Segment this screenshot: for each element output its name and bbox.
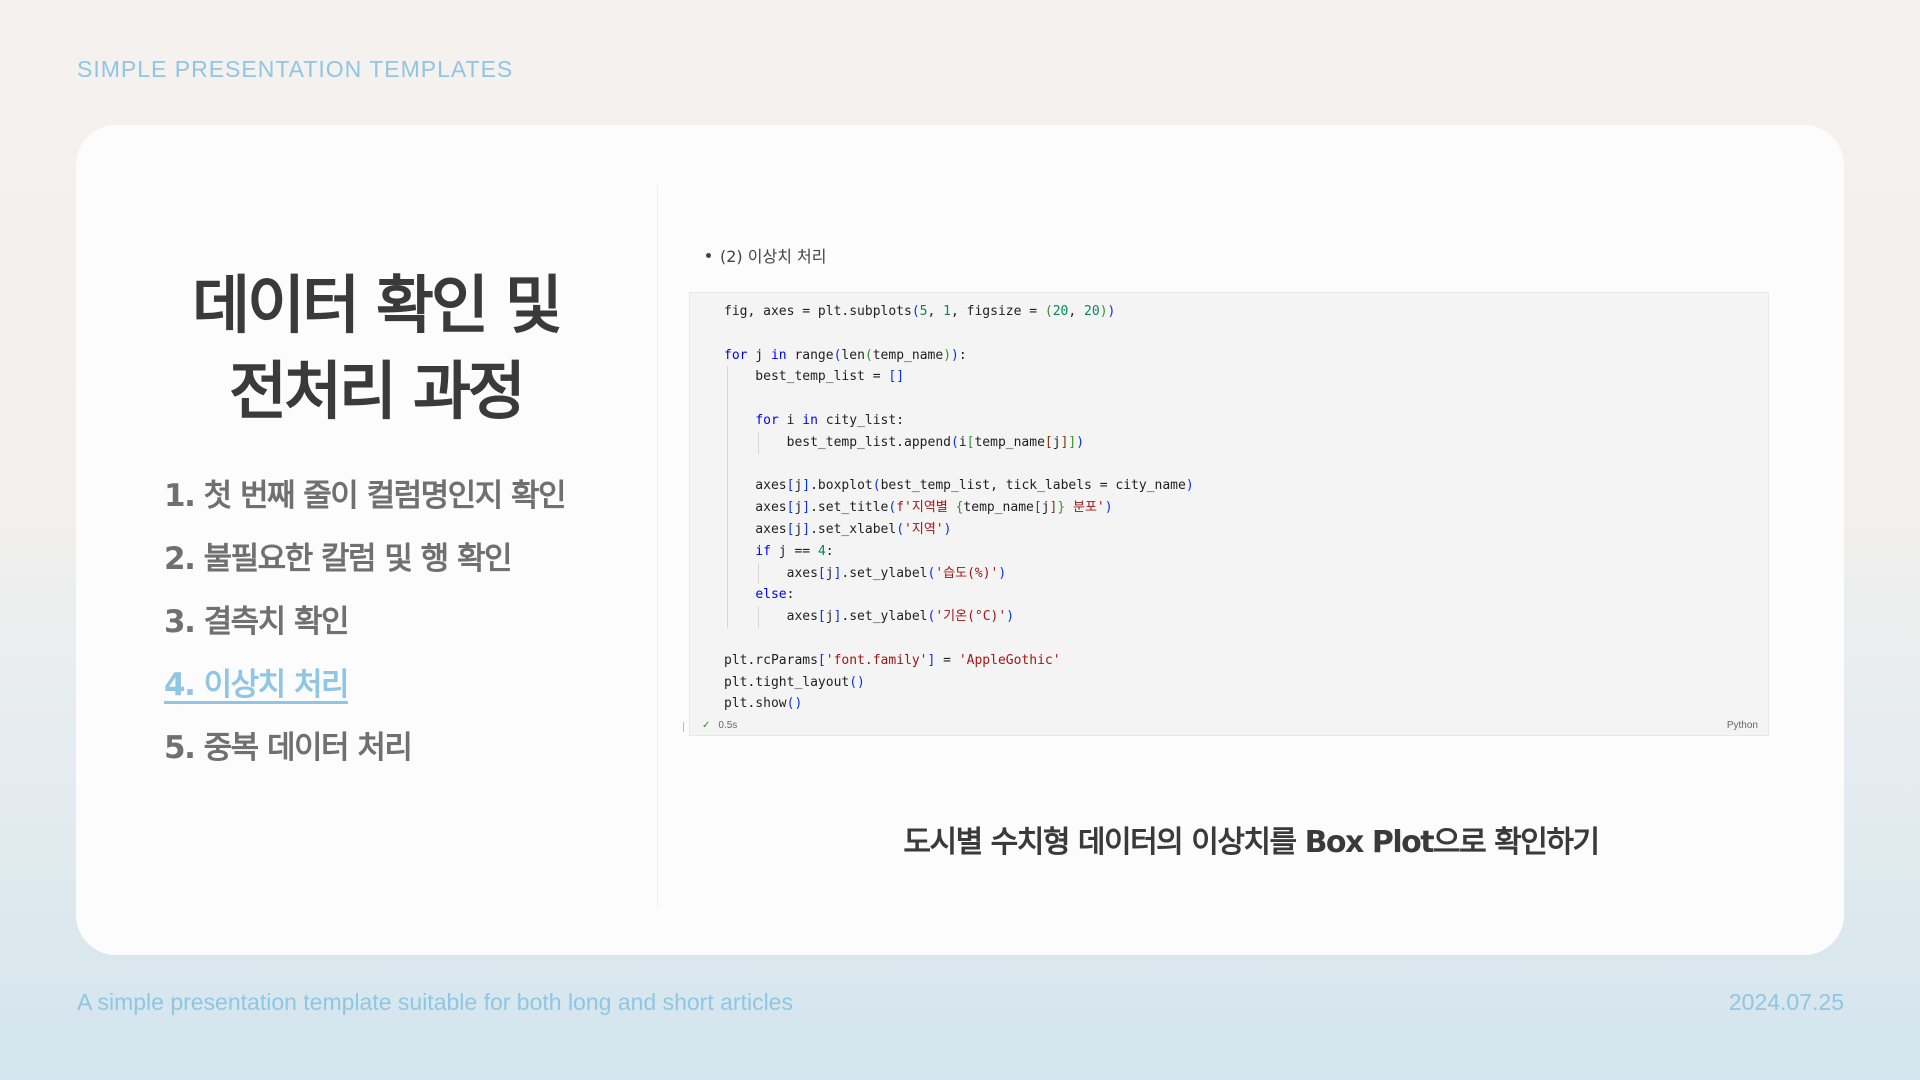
left-panel: 데이터 확인 및 전처리 과정 1. 첫 번째 줄이 컬럼명인지 확인 2. 불… xyxy=(76,125,657,955)
cell-exec-status: ✓ 0.5s xyxy=(702,720,737,731)
code-cell[interactable]: fig, axes = plt.subplots(5, 1, figsize =… xyxy=(689,292,1769,736)
check-icon: ✓ xyxy=(702,720,711,731)
cell-exec-time: 0.5s xyxy=(718,720,738,731)
page-title-line2: 전처리 과정 xyxy=(229,355,526,428)
footer-text: A simple presentation template suitable … xyxy=(77,989,793,1015)
bullet-caption: (2) 이상치 처리 xyxy=(706,243,826,267)
slide-card: 데이터 확인 및 전처리 과정 1. 첫 번째 줄이 컬럼명인지 확인 2. 불… xyxy=(76,125,1844,955)
bullet-caption-text: (2) 이상치 처리 xyxy=(720,247,827,266)
toc-item-1[interactable]: 1. 첫 번째 줄이 컬럼명인지 확인 xyxy=(164,465,567,528)
panel-divider xyxy=(657,185,658,905)
code-caption: 도시별 수치형 데이터의 이상치를 Box Plot으로 확인하기 xyxy=(903,825,1600,860)
toc-item-4-active[interactable]: 4. 이상치 처리 xyxy=(164,654,565,717)
toc-list: 1. 첫 번째 줄이 컬럼명인지 확인 2. 불필요한 칼럼 및 행 확인 3.… xyxy=(164,465,567,780)
toc-item-5[interactable]: 5. 중복 데이터 처리 xyxy=(164,717,565,780)
cell-language-label[interactable]: Python xyxy=(1727,720,1758,731)
page-title: 데이터 확인 및 전처리 과정 xyxy=(76,263,676,435)
cell-exec-marker xyxy=(683,722,684,732)
toc-item-2[interactable]: 2. 불필요한 칼럼 및 행 확인 xyxy=(164,528,565,591)
header-brand: SIMPLE PRESENTATION TEMPLATES xyxy=(77,56,514,82)
bullet-dot-icon xyxy=(706,253,711,258)
toc-item-3[interactable]: 3. 결측치 확인 xyxy=(164,591,565,654)
code-block: fig, axes = plt.subplots(5, 1, figsize =… xyxy=(724,304,1194,712)
footer-date: 2024.07.25 xyxy=(1728,989,1844,1015)
page-title-line1: 데이터 확인 및 xyxy=(192,269,563,342)
